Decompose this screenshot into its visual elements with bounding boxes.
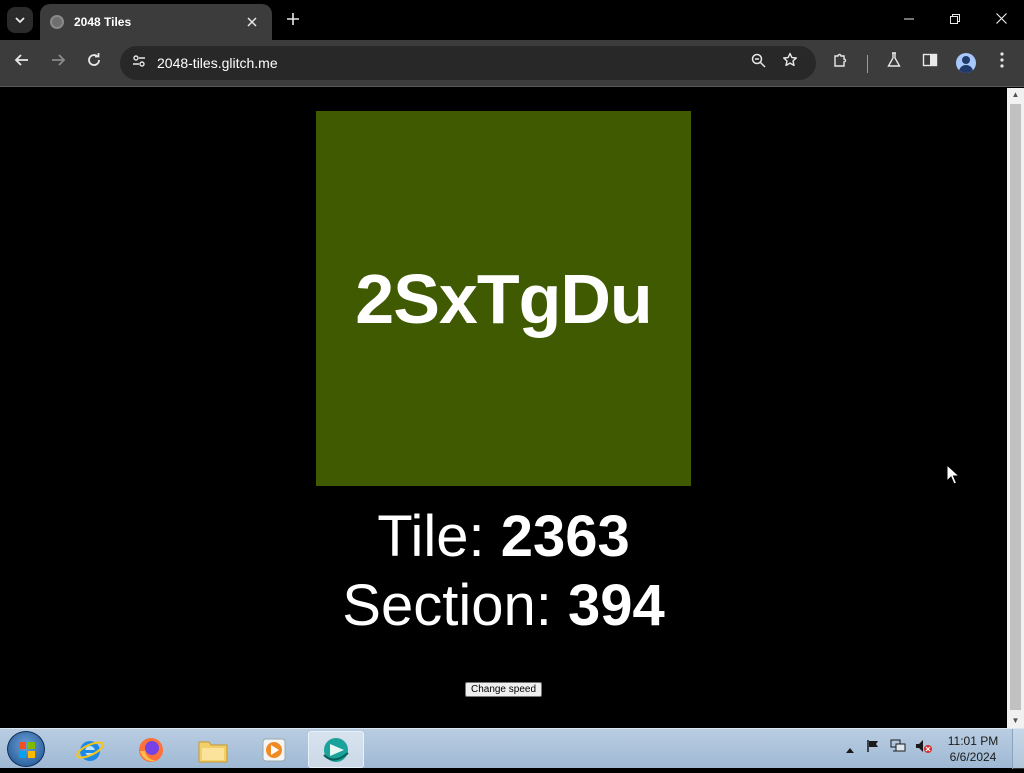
action-center-flag-icon[interactable] [864,739,882,759]
browser-toolbar: 2048-tiles.glitch.me [0,40,1024,87]
taskbar-file-explorer[interactable] [185,731,241,768]
tab-title: 2048 Tiles [74,15,132,29]
internet-explorer-icon [76,740,104,761]
back-button[interactable] [10,51,34,75]
close-icon [247,17,257,27]
browser-tab[interactable]: 2048 Tiles [40,4,272,40]
minimize-button[interactable] [898,8,920,30]
reload-button[interactable] [82,51,106,75]
tab-strip: 2048 Tiles [0,0,1024,40]
scroll-thumb[interactable] [1010,104,1021,710]
firefox-icon [139,737,163,762]
game-tile: 2SxTgDu [316,111,691,486]
section-stat-value: 394 [567,573,665,638]
globe-icon [50,15,64,29]
tile-stat: Tile: 2363 [0,503,1007,570]
page-viewport: 2SxTgDu Tile: 2363 Section: 394 Change s… [0,88,1007,728]
side-panel-icon[interactable] [919,52,941,74]
url-text: 2048-tiles.glitch.me [157,55,278,71]
network-icon[interactable] [888,739,908,759]
taskbar-active-app[interactable] [308,731,364,768]
new-tab-button[interactable] [282,8,304,30]
scroll-down-arrow-icon[interactable]: ▼ [1007,714,1024,728]
media-player-icon [262,738,286,761]
start-button[interactable] [7,731,45,767]
menu-kebab-icon[interactable] [991,52,1013,74]
clock-time: 11:01 PM [947,734,999,748]
plus-icon [287,13,299,25]
tile-stat-label: Tile: [377,504,501,569]
toolbar-divider [867,55,868,73]
taskbar-media-player[interactable] [246,731,302,768]
system-clock[interactable]: 11:01 PM 6/6/2024 [940,733,1006,765]
close-window-button[interactable] [990,8,1012,30]
tile-code: 2SxTgDu [355,259,652,338]
section-stat: Section: 394 [0,572,1007,639]
taskbar-firefox[interactable] [123,731,179,768]
tab-search-button[interactable] [7,7,33,33]
vertical-scrollbar[interactable]: ▲ ▼ [1007,88,1024,728]
volume-muted-icon[interactable] [913,739,935,759]
chevron-up-icon [846,748,854,753]
address-bar[interactable]: 2048-tiles.glitch.me [120,46,816,80]
arrow-left-icon [14,54,28,66]
tile-stat-value: 2363 [500,504,630,569]
section-stat-label: Section: [342,573,568,638]
show-hidden-icons-button[interactable] [844,739,856,759]
arrow-right-icon [52,54,66,66]
scroll-up-arrow-icon[interactable]: ▲ [1007,88,1024,102]
bookmark-star-icon[interactable] [780,52,800,72]
close-icon [995,13,1007,24]
change-speed-button[interactable]: Change speed [465,682,542,697]
reload-icon [88,53,100,66]
tab-close-button[interactable] [242,14,262,30]
active-app-icon [323,737,349,762]
chevron-down-icon [15,17,25,24]
extensions-icon[interactable] [829,52,851,74]
folder-icon [198,741,228,762]
profile-avatar-icon[interactable] [956,53,976,73]
minimize-icon [904,18,914,20]
clock-date: 6/6/2024 [949,750,997,764]
windows-logo-icon [19,742,35,758]
zoom-icon[interactable] [748,53,768,73]
restore-icon [950,14,960,24]
site-settings-icon[interactable] [130,54,148,72]
show-desktop-button[interactable] [1012,729,1024,769]
taskbar-internet-explorer[interactable] [62,731,118,768]
restore-button[interactable] [944,8,966,30]
windows-taskbar: 11:01 PM 6/6/2024 [0,728,1024,769]
labs-flask-icon[interactable] [883,52,905,74]
forward-button[interactable] [46,51,70,75]
